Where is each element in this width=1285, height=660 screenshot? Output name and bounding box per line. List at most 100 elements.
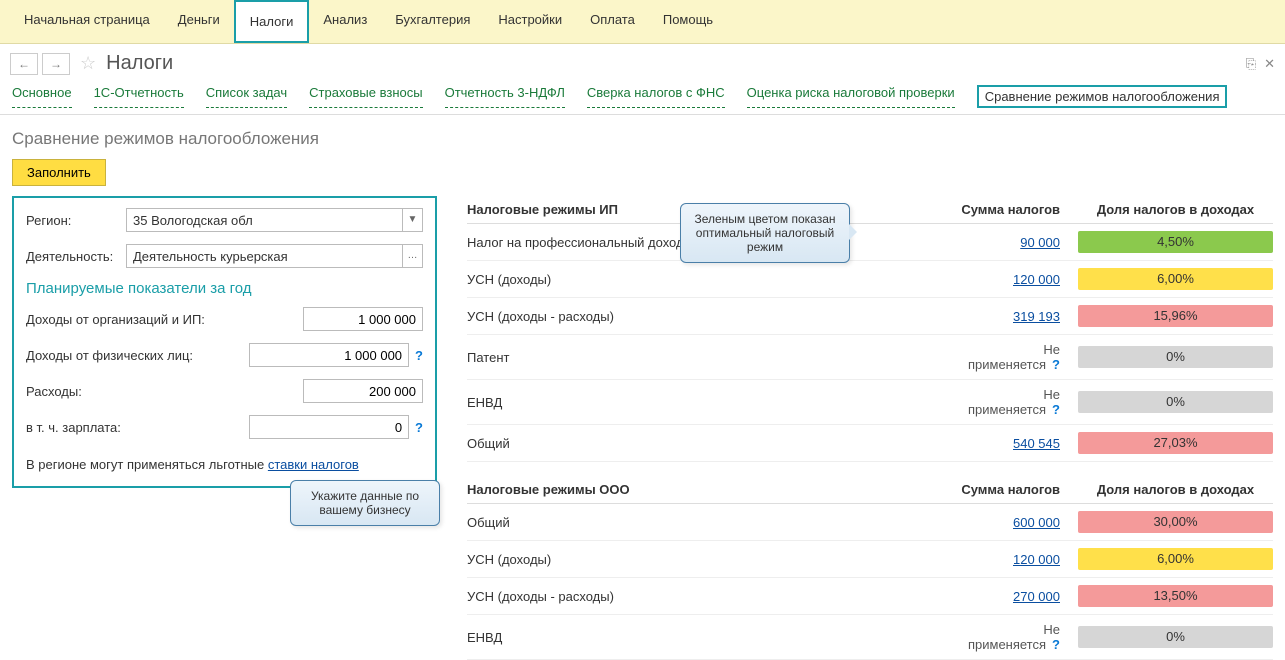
- share-bar: 0%: [1078, 346, 1273, 368]
- col-sum-header: Сумма налогов: [948, 202, 1078, 217]
- sum-link[interactable]: 270 000: [1013, 589, 1060, 604]
- subnav-item[interactable]: Основное: [12, 85, 72, 108]
- regime-sum: 90 000: [948, 235, 1078, 250]
- region-select[interactable]: 35 Вологодская обл ▼: [126, 208, 423, 232]
- regime-sum: Не применяется?: [948, 387, 1078, 417]
- ellipsis-icon[interactable]: …: [402, 245, 422, 267]
- sum-link[interactable]: 90 000: [1020, 235, 1060, 250]
- col-sum-header: Сумма налогов: [948, 482, 1078, 497]
- regime-row: УСН (доходы - расходы) 270 000 13,50%: [467, 578, 1273, 615]
- ip-header-row: Налоговые режимы ИП Сумма налогов Доля н…: [467, 196, 1273, 224]
- topnav-item[interactable]: Налоги: [234, 0, 310, 43]
- chevron-down-icon[interactable]: ▼: [402, 209, 422, 231]
- sum-link[interactable]: 600 000: [1013, 515, 1060, 530]
- regime-row: ЕНВДНе применяется?0%: [467, 615, 1273, 660]
- col-share-header: Доля налогов в доходах: [1078, 482, 1273, 497]
- regime-sum: 600 000: [948, 515, 1078, 530]
- link-icon[interactable]: ⎘: [1246, 56, 1256, 72]
- help-icon[interactable]: ?: [1052, 637, 1060, 652]
- rates-link[interactable]: ставки налогов: [268, 457, 359, 472]
- subnav-item[interactable]: 1С-Отчетность: [94, 85, 184, 108]
- sum-link[interactable]: 540 545: [1013, 436, 1060, 451]
- topnav-item[interactable]: Помощь: [649, 0, 727, 43]
- regime-name: УСН (доходы): [467, 552, 948, 567]
- close-icon[interactable]: ✕: [1264, 56, 1275, 72]
- fill-button[interactable]: Заполнить: [12, 159, 106, 186]
- sum-link[interactable]: 120 000: [1013, 272, 1060, 287]
- planned-header: Планируемые показатели за год: [26, 280, 423, 297]
- subnav-item[interactable]: Сравнение режимов налогообложения: [977, 85, 1228, 108]
- regime-name: ЕНВД: [467, 395, 948, 410]
- regime-row: ЕНВДНе применяется?0%: [467, 380, 1273, 425]
- expenses-input[interactable]: [303, 379, 423, 403]
- forward-button[interactable]: →: [42, 53, 70, 75]
- regime-name: Общий: [467, 515, 948, 530]
- income-org-label: Доходы от организаций и ИП:: [26, 312, 216, 327]
- regime-name: ЕНВД: [467, 630, 948, 645]
- topnav-item[interactable]: Деньги: [164, 0, 234, 43]
- regime-sum: Не применяется?: [948, 622, 1078, 652]
- income-ind-input[interactable]: [249, 343, 409, 367]
- help-icon[interactable]: ?: [415, 420, 423, 435]
- share-bar: 4,50%: [1078, 231, 1273, 253]
- subnav-item[interactable]: Сверка налогов с ФНС: [587, 85, 725, 108]
- callout-green-hint: Зеленым цветом показан оптимальный налог…: [680, 203, 850, 263]
- income-org-input[interactable]: [303, 307, 423, 331]
- region-footnote: В регионе могут применяться льготные ста…: [26, 457, 423, 472]
- sum-link[interactable]: 120 000: [1013, 552, 1060, 567]
- regime-sum: Не применяется?: [948, 342, 1078, 372]
- sum-link[interactable]: 319 193: [1013, 309, 1060, 324]
- help-icon[interactable]: ?: [1052, 357, 1060, 372]
- section-title: Сравнение режимов налогообложения: [12, 129, 1273, 149]
- top-navigation: Начальная страницаДеньгиНалогиАнализБухг…: [0, 0, 1285, 44]
- regime-sum: 540 545: [948, 436, 1078, 451]
- col-share-header: Доля налогов в доходах: [1078, 202, 1273, 217]
- topnav-item[interactable]: Анализ: [309, 0, 381, 43]
- share-bar: 27,03%: [1078, 432, 1273, 454]
- regime-row: Общий 600 000 30,00%: [467, 504, 1273, 541]
- share-bar: 30,00%: [1078, 511, 1273, 533]
- regime-name: УСН (доходы - расходы): [467, 589, 948, 604]
- expenses-label: Расходы:: [26, 384, 216, 399]
- share-bar: 6,00%: [1078, 268, 1273, 290]
- ooo-header-row: Налоговые режимы ООО Сумма налогов Доля …: [467, 476, 1273, 504]
- help-icon[interactable]: ?: [1052, 402, 1060, 417]
- share-bar: 0%: [1078, 626, 1273, 648]
- salary-input[interactable]: [249, 415, 409, 439]
- regime-sum: 120 000: [948, 272, 1078, 287]
- topnav-item[interactable]: Оплата: [576, 0, 649, 43]
- region-label: Регион:: [26, 213, 126, 228]
- activity-label: Деятельность:: [26, 249, 126, 264]
- regime-row: Общий 540 545 27,03%: [467, 425, 1273, 462]
- topnav-item[interactable]: Бухгалтерия: [381, 0, 484, 43]
- regime-name: УСН (доходы): [467, 272, 948, 287]
- regime-name: Патент: [467, 350, 948, 365]
- sub-navigation: Основное 1С-Отчетность Список задач Страхов…: [0, 79, 1285, 115]
- favorite-icon[interactable]: ☆: [80, 53, 96, 74]
- subnav-item[interactable]: Отчетность 3-НДФЛ: [445, 85, 565, 108]
- subnav-item[interactable]: Оценка риска налоговой проверки: [747, 85, 955, 108]
- ooo-header: Налоговые режимы ООО: [467, 482, 948, 497]
- activity-select[interactable]: Деятельность курьерская …: [126, 244, 423, 268]
- regimes-panel: Налоговые режимы ИП Сумма налогов Доля н…: [467, 196, 1273, 660]
- share-bar: 15,96%: [1078, 305, 1273, 327]
- share-bar: 13,50%: [1078, 585, 1273, 607]
- regime-name: УСН (доходы - расходы): [467, 309, 948, 324]
- regime-name: Общий: [467, 436, 948, 451]
- topnav-item[interactable]: Начальная страница: [10, 0, 164, 43]
- subnav-item[interactable]: Страховые взносы: [309, 85, 422, 108]
- regime-sum: 270 000: [948, 589, 1078, 604]
- regime-row: Налог на профессиональный доход ("самоза…: [467, 224, 1273, 261]
- subnav-item[interactable]: Список задач: [206, 85, 287, 108]
- share-bar: 0%: [1078, 391, 1273, 413]
- topnav-item[interactable]: Настройки: [484, 0, 576, 43]
- share-bar: 6,00%: [1078, 548, 1273, 570]
- back-button[interactable]: ←: [10, 53, 38, 75]
- regime-row: ПатентНе применяется?0%: [467, 335, 1273, 380]
- regime-row: УСН (доходы - расходы) 319 193 15,96%: [467, 298, 1273, 335]
- region-value: 35 Вологодская обл: [127, 213, 402, 228]
- help-icon[interactable]: ?: [415, 348, 423, 363]
- input-panel: Регион: 35 Вологодская обл ▼ Деятельност…: [12, 196, 437, 488]
- page-title: Налоги: [106, 52, 173, 75]
- regime-sum: 120 000: [948, 552, 1078, 567]
